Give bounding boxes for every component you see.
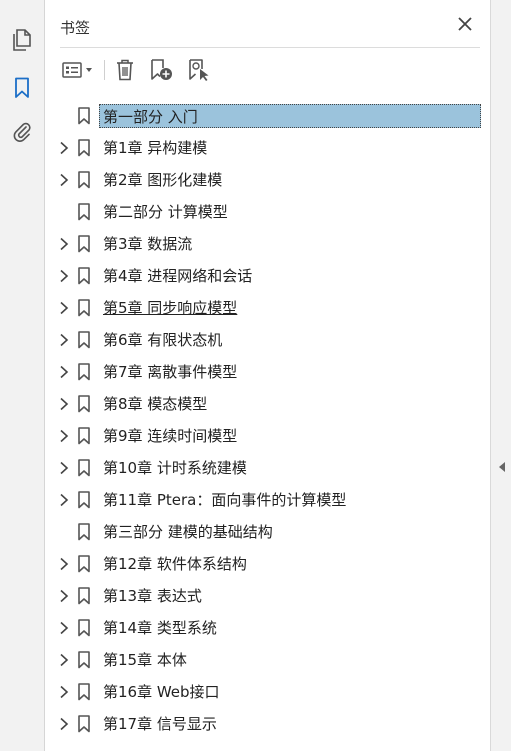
bookmark-item[interactable]: 第11章 Ptera：面向事件的计算模型 — [45, 484, 490, 516]
panel-divider — [60, 47, 480, 48]
bookmarks-tree: 第一部分 入门第1章 异构建模 第2章 图形化建模 第二部分 计算模型 第3章 数据流… — [45, 100, 490, 740]
chevron-right-icon[interactable] — [57, 652, 71, 668]
bookmark-label: 第3章 数据流 — [103, 235, 193, 253]
bookmark-item[interactable]: 第1章 异构建模 — [45, 132, 490, 164]
add-bookmark-icon[interactable] — [145, 56, 179, 84]
bookmark-item[interactable]: 第3章 数据流 — [45, 228, 490, 260]
attachments-icon[interactable] — [10, 120, 34, 144]
bookmark-label: 第1章 异构建模 — [103, 139, 208, 157]
collapse-arrow-icon[interactable] — [497, 458, 507, 472]
bookmark-label: 第10章 计时系统建模 — [103, 459, 247, 477]
bookmark-search-icon[interactable] — [183, 56, 217, 84]
chevron-right-icon[interactable] — [57, 588, 71, 604]
bookmark-label: 第16章 Web接口 — [103, 683, 220, 701]
bookmark-label: 第12章 软件体系结构 — [103, 555, 247, 573]
bookmark-label: 第8章 模态模型 — [103, 395, 208, 413]
bookmark-label: 第9章 连续时间模型 — [103, 427, 238, 445]
bookmark-icon — [77, 395, 91, 413]
bookmark-label: 第5章 同步响应模型 — [103, 299, 238, 317]
bookmark-item[interactable]: 第三部分 建模的基础结构 — [45, 516, 490, 548]
bookmark-item[interactable]: 第15章 本体 — [45, 644, 490, 676]
bookmark-icon — [77, 427, 91, 445]
bookmark-icon — [77, 267, 91, 285]
bookmark-icon — [77, 619, 91, 637]
bookmarks-icon[interactable] — [10, 76, 34, 100]
chevron-right-icon[interactable] — [57, 268, 71, 284]
bookmark-icon — [77, 555, 91, 573]
delete-bookmark-icon[interactable] — [111, 56, 139, 84]
chevron-right-icon[interactable] — [57, 716, 71, 732]
bookmark-label: 第二部分 计算模型 — [103, 203, 228, 221]
bookmark-label: 第13章 表达式 — [103, 587, 202, 605]
bookmark-icon — [77, 139, 91, 157]
bookmark-item[interactable]: 第10章 计时系统建模 — [45, 452, 490, 484]
chevron-right-icon[interactable] — [57, 332, 71, 348]
bookmark-item[interactable]: 第5章 同步响应模型 — [45, 292, 490, 324]
bookmark-icon — [77, 203, 91, 221]
bookmark-item[interactable]: 第12章 软件体系结构 — [45, 548, 490, 580]
bookmark-item[interactable]: 第6章 有限状态机 — [45, 324, 490, 356]
chevron-right-icon[interactable] — [57, 492, 71, 508]
bookmark-label: 第11章 Ptera：面向事件的计算模型 — [103, 491, 347, 509]
chevron-right-icon[interactable] — [57, 556, 71, 572]
bookmark-label: 第7章 离散事件模型 — [103, 363, 238, 381]
bookmark-label: 第4章 进程网络和会话 — [103, 267, 253, 285]
bookmark-icon — [77, 331, 91, 349]
chevron-right-icon[interactable] — [57, 364, 71, 380]
bookmark-icon — [77, 363, 91, 381]
chevron-right-icon[interactable] — [57, 236, 71, 252]
bookmarks-toolbar — [60, 56, 217, 84]
bookmark-item[interactable]: 第9章 连续时间模型 — [45, 420, 490, 452]
bookmark-icon — [77, 491, 91, 509]
bookmark-icon — [77, 235, 91, 253]
chevron-right-icon[interactable] — [57, 396, 71, 412]
bookmark-icon — [77, 587, 91, 605]
close-icon[interactable] — [455, 14, 475, 34]
bookmark-label: 第6章 有限状态机 — [103, 331, 223, 349]
bookmark-icon — [77, 651, 91, 669]
bookmark-item[interactable]: 第4章 进程网络和会话 — [45, 260, 490, 292]
chevron-right-icon[interactable] — [57, 140, 71, 156]
navigation-sidebar — [0, 0, 45, 751]
bookmark-label: 第2章 图形化建模 — [103, 171, 223, 189]
bookmark-label: 第15章 本体 — [103, 651, 187, 669]
right-collapse-bar — [490, 0, 511, 751]
chevron-right-icon[interactable] — [57, 428, 71, 444]
bookmark-item[interactable]: 第一部分 入门 — [45, 100, 490, 132]
bookmark-item[interactable]: 第2章 图形化建模 — [45, 164, 490, 196]
bookmark-icon — [77, 715, 91, 733]
bookmark-label: 第一部分 入门 — [99, 104, 481, 128]
bookmark-item[interactable]: 第二部分 计算模型 — [45, 196, 490, 228]
chevron-right-icon[interactable] — [57, 620, 71, 636]
pages-icon[interactable] — [10, 28, 34, 52]
chevron-right-icon[interactable] — [57, 172, 71, 188]
chevron-right-icon[interactable] — [57, 300, 71, 316]
bookmarks-panel: 书签 第一部分 入门 第1章 异构建模 第2章 图形化建模 第二部分 计算模型 … — [45, 0, 490, 751]
bookmark-label: 第17章 信号显示 — [103, 715, 217, 733]
bookmark-icon — [77, 683, 91, 701]
bookmark-icon — [77, 459, 91, 477]
bookmark-label: 第三部分 建模的基础结构 — [103, 523, 273, 541]
bookmark-item[interactable]: 第7章 离散事件模型 — [45, 356, 490, 388]
chevron-right-icon[interactable] — [57, 684, 71, 700]
bookmark-icon — [77, 299, 91, 317]
bookmark-item[interactable]: 第16章 Web接口 — [45, 676, 490, 708]
bookmark-icon — [77, 107, 91, 125]
bookmark-item[interactable]: 第17章 信号显示 — [45, 708, 490, 740]
chevron-right-icon[interactable] — [57, 460, 71, 476]
options-menu-icon[interactable] — [60, 56, 96, 84]
toolbar-separator — [104, 60, 105, 80]
bookmark-item[interactable]: 第13章 表达式 — [45, 580, 490, 612]
bookmark-item[interactable]: 第8章 模态模型 — [45, 388, 490, 420]
panel-title: 书签 — [60, 19, 91, 37]
bookmark-icon — [77, 523, 91, 541]
bookmark-label: 第14章 类型系统 — [103, 619, 217, 637]
bookmark-icon — [77, 171, 91, 189]
bookmark-item[interactable]: 第14章 类型系统 — [45, 612, 490, 644]
